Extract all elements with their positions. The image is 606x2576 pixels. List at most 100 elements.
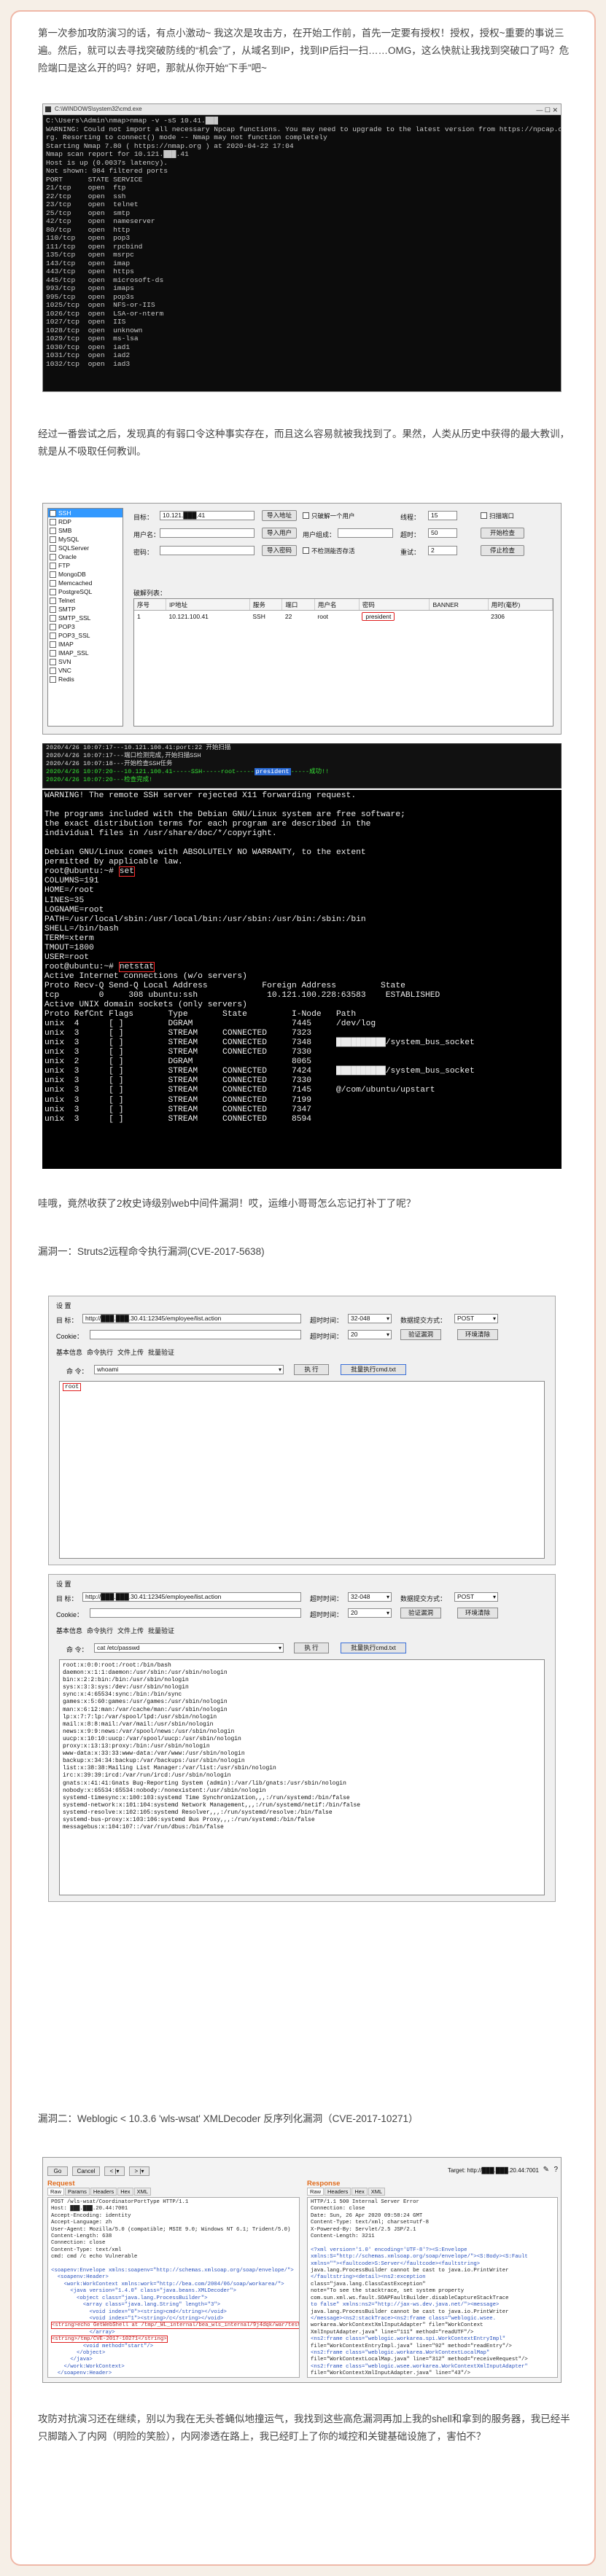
struts2-exploit-tool-whoami: 设 置目 标： http://███.███.30.41:12345/employ… [48,1296,556,1565]
burp-go-button[interactable]: Go [47,2166,68,2176]
protocol-option[interactable]: IMAP [48,640,123,649]
burp-forward-button[interactable]: > |▾ [129,2166,149,2176]
protocol-option[interactable]: Telnet [48,596,123,605]
import-user-button[interactable]: 导入用户 [262,528,297,539]
tab-基本信息[interactable]: 基本信息 [56,1349,82,1356]
protocol-option[interactable]: SMTP [48,605,123,614]
target-url-input[interactable]: http://███.███.30.41:12345/employee/list… [82,1314,301,1323]
protocol-option[interactable]: SQLServer [48,544,123,552]
edit-target-icon[interactable]: ✎ [543,2166,549,2174]
target-input[interactable]: 10.121.███.41 [160,511,255,520]
stop-check-button[interactable]: 停止检查 [481,545,524,556]
verify-vuln-button[interactable]: 验证漏洞 [400,1608,441,1618]
cookie-input[interactable] [90,1608,301,1618]
only-one-user-checkbox[interactable]: 只破解一个用户 [303,512,355,520]
tab-批量验证[interactable]: 批量验证 [148,1627,174,1635]
table-column-header[interactable]: 用户名 [314,599,360,611]
user-dict-input[interactable] [338,528,393,538]
cookie-input[interactable] [90,1330,301,1339]
scan-port-checkbox[interactable]: 扫描端口 [481,512,514,520]
clear-env-button[interactable]: 环境清除 [457,1608,498,1618]
response-line: Connection: close [311,2206,365,2212]
burp-cancel-button[interactable]: Cancel [72,2166,100,2176]
retry-select[interactable]: 2 [428,546,457,555]
threads-select[interactable]: 20 [348,1608,392,1618]
request-tab-raw[interactable]: Raw [47,2188,65,2196]
table-column-header[interactable]: 用时(毫秒) [488,599,553,611]
tab-批量验证[interactable]: 批量验证 [148,1349,174,1356]
protocol-option[interactable]: SSH [48,509,123,517]
response-tab-raw[interactable]: Raw [307,2188,325,2196]
tab-命令执行[interactable]: 命令执行 [87,1627,113,1635]
table-column-header[interactable]: 端口 [281,599,315,611]
protocol-option[interactable]: PostgreSQL [48,587,123,596]
execute-button[interactable]: 执 行 [294,1643,329,1653]
tab-基本信息[interactable]: 基本信息 [56,1627,82,1635]
timeout-select[interactable]: 32-048 [348,1592,392,1602]
table-column-header[interactable]: 服务 [249,599,283,611]
protocol-option[interactable]: VNC [48,666,123,675]
response-tab-headers[interactable]: Headers [325,2188,351,2196]
protocol-option[interactable]: IMAP_SSL [48,649,123,657]
protocol-option[interactable]: Oracle [48,552,123,561]
results-table[interactable]: 序号 IP地址 服务 端口 用户名 密码 BANNER 用时(毫秒) 1 10.121.100.… [133,598,553,727]
request-tab-hex[interactable]: Hex [117,2188,133,2196]
table-column-header[interactable]: BANNER [429,599,489,611]
method-select[interactable]: POST [454,1592,498,1602]
window-controls-icon[interactable]: — ☐ ✕ [536,105,558,115]
protocol-option[interactable]: MongoDB [48,570,123,579]
timeout-select[interactable]: 50 [428,528,457,538]
response-line: <?xml version='1.0' encoding='UTF-8'?><S… [311,2247,467,2253]
settings-menu[interactable]: 设 置 [56,1301,71,1310]
import-password-button[interactable]: 导入密码 [262,545,297,556]
tab-文件上传[interactable]: 文件上传 [117,1349,144,1356]
execute-button[interactable]: 执 行 [294,1364,329,1375]
threads-select[interactable]: 20 [348,1330,392,1339]
protocol-option[interactable]: POP3 [48,622,123,631]
response-pane[interactable]: HTTP/1.1 500 Internal Server Error Conne… [307,2197,558,2378]
table-column-header[interactable]: 密码 [359,599,430,611]
protocol-option[interactable]: MySQL [48,535,123,544]
response-tab-xml[interactable]: XML [368,2188,386,2196]
protocol-option[interactable]: Memcached [48,579,123,587]
tab-命令执行[interactable]: 命令执行 [87,1349,113,1356]
response-line: file="WorkContextLocalMap.java" line="31… [311,2357,528,2363]
request-tab-xml[interactable]: XML [133,2188,151,2196]
tab-文件上传[interactable]: 文件上传 [117,1627,144,1635]
response-tab-hex[interactable]: Hex [351,2188,368,2196]
protocol-option[interactable]: POP3_SSL [48,631,123,640]
clear-env-button[interactable]: 环境清除 [457,1329,498,1340]
table-column-header[interactable]: 序号 [134,599,167,611]
verify-vuln-button[interactable]: 验证漏洞 [400,1329,441,1340]
help-icon[interactable]: ? [553,2166,558,2174]
target-url-input[interactable]: http://███.███.30.41:12345/employee/list… [82,1592,301,1602]
protocol-option[interactable]: SVN [48,657,123,666]
protocol-option[interactable]: FTP [48,561,123,570]
password-input[interactable] [160,546,255,555]
request-pane[interactable]: POST /wls-wsat/CoordinatorPortType HTTP/… [47,2197,300,2378]
command-input[interactable]: cat /etc/passwd [94,1643,284,1653]
import-target-button[interactable]: 导入地址 [262,510,297,521]
request-tab-headers[interactable]: Headers [90,2188,117,2196]
settings-menu[interactable]: 设 置 [56,1579,71,1589]
table-column-header[interactable]: IP地址 [166,599,250,611]
no-ping-checkbox[interactable]: 不检测能否存活 [303,547,355,555]
user-input[interactable] [160,528,255,538]
request-line: POST /wls-wsat/CoordinatorPortType HTTP/… [51,2199,189,2205]
start-check-button[interactable]: 开始检查 [481,528,524,539]
protocol-option[interactable]: RDP [48,517,123,526]
table-row[interactable]: 1 10.121.100.41 SSH 22 root president 2306 [134,611,553,622]
batch-execute-button[interactable]: 批量执行cmd.txt [341,1364,406,1375]
method-select[interactable]: POST [454,1314,498,1323]
timeout-select[interactable]: 32-048 [348,1314,392,1323]
protocol-option[interactable]: SMTP_SSL [48,614,123,622]
request-tab-params[interactable]: Params [65,2188,90,2196]
threads-select[interactable]: 15 [428,511,457,520]
burp-back-button[interactable]: < |▾ [104,2166,125,2176]
batch-execute-button[interactable]: 批量执行cmd.txt [341,1643,406,1653]
protocol-option[interactable]: SMB [48,526,123,535]
protocol-list[interactable]: SSH RDP SMB MySQL SQLServer Oracle FTP MongoDB M… [47,508,123,727]
table-cell: president [359,611,430,622]
command-input[interactable]: whoami [94,1365,284,1374]
protocol-option[interactable]: Redis [48,675,123,684]
